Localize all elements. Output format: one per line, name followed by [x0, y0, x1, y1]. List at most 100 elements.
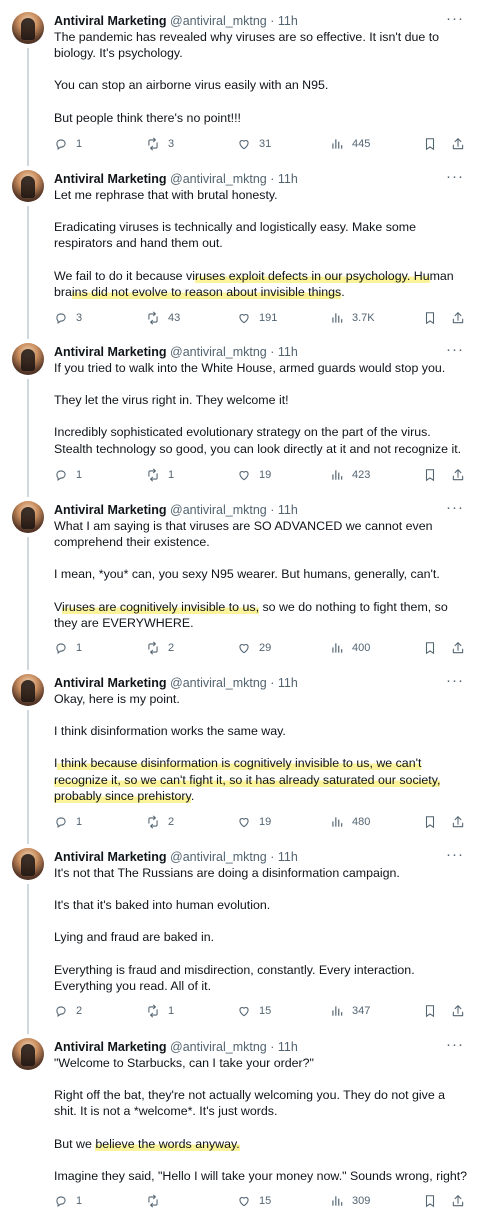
avatar[interactable]	[12, 12, 44, 44]
author-handle[interactable]: @antiviral_mktng	[167, 172, 271, 186]
author-handle[interactable]: @antiviral_mktng	[167, 503, 271, 517]
tweet[interactable]: Antiviral Marketing @antiviral_mktng · 1…	[0, 341, 478, 487]
bookmark-button[interactable]	[423, 640, 445, 656]
text-segment: Let me rephrase that with brutal honesty…	[54, 188, 278, 202]
like-button[interactable]: 191	[237, 310, 277, 326]
tweet[interactable]: Antiviral Marketing @antiviral_mktng · 1…	[0, 10, 478, 156]
tweet-paragraph: The pandemic has revealed why viruses ar…	[54, 29, 468, 61]
bookmark-button[interactable]	[423, 1193, 445, 1209]
retweet-button[interactable]: 1	[146, 467, 174, 483]
views-button[interactable]: 3.7K	[330, 310, 375, 326]
bookmark-button[interactable]	[423, 136, 445, 152]
retweet-button[interactable]	[146, 1193, 168, 1209]
retweet-button[interactable]: 2	[146, 640, 174, 656]
author-handle[interactable]: @antiviral_mktng	[167, 850, 271, 864]
tweet-actions: 3 43 191 3.7K	[54, 310, 468, 326]
views-count: 423	[352, 469, 371, 481]
avatar[interactable]	[12, 1038, 44, 1070]
timestamp[interactable]: · 11h	[270, 345, 298, 359]
bookmark-button[interactable]	[423, 814, 445, 830]
share-button[interactable]	[451, 814, 473, 830]
more-icon[interactable]: ···	[446, 846, 464, 864]
share-button[interactable]	[451, 640, 473, 656]
share-button[interactable]	[451, 1003, 473, 1019]
like-button[interactable]: 29	[237, 640, 271, 656]
author-name[interactable]: Antiviral Marketing	[54, 14, 167, 28]
retweet-button[interactable]: 1	[146, 1003, 174, 1019]
tweet[interactable]: Antiviral Marketing @antiviral_mktng · 1…	[0, 1036, 478, 1213]
timestamp[interactable]: · 11h	[270, 1040, 298, 1054]
author-name[interactable]: Antiviral Marketing	[54, 676, 167, 690]
bookmark-button[interactable]	[423, 310, 445, 326]
reply-button[interactable]: 1	[54, 1193, 82, 1209]
tweet[interactable]: Antiviral Marketing @antiviral_mktng · 1…	[0, 846, 478, 1023]
avatar[interactable]	[12, 501, 44, 533]
avatar[interactable]	[12, 674, 44, 706]
like-button[interactable]: 15	[237, 1193, 271, 1209]
retweet-button[interactable]: 2	[146, 814, 174, 830]
tweet[interactable]: Antiviral Marketing @antiviral_mktng · 1…	[0, 168, 478, 330]
views-button[interactable]: 400	[330, 640, 370, 656]
author-name[interactable]: Antiviral Marketing	[54, 345, 167, 359]
author-name[interactable]: Antiviral Marketing	[54, 503, 167, 517]
share-button[interactable]	[451, 310, 473, 326]
like-icon	[237, 468, 259, 482]
retweet-button[interactable]: 43	[146, 310, 180, 326]
more-icon[interactable]: ···	[446, 341, 464, 359]
share-button[interactable]	[451, 467, 473, 483]
share-button[interactable]	[451, 1193, 473, 1209]
share-button[interactable]	[451, 136, 473, 152]
more-icon[interactable]: ···	[446, 168, 464, 186]
author-handle[interactable]: @antiviral_mktng	[167, 676, 271, 690]
like-button[interactable]: 31	[237, 136, 271, 152]
share-icon	[451, 1194, 473, 1208]
avatar[interactable]	[12, 343, 44, 375]
timestamp[interactable]: · 11h	[270, 503, 298, 517]
views-button[interactable]: 423	[330, 467, 370, 483]
like-button[interactable]: 15	[237, 1003, 271, 1019]
more-icon[interactable]: ···	[446, 499, 464, 517]
reply-button[interactable]: 2	[54, 1003, 82, 1019]
retweet-button[interactable]: 3	[146, 136, 174, 152]
reply-button[interactable]: 1	[54, 814, 82, 830]
highlighted-text: iruses are cognitively invisible to us,	[62, 599, 260, 614]
author-name[interactable]: Antiviral Marketing	[54, 1040, 167, 1054]
timestamp[interactable]: · 11h	[270, 850, 298, 864]
reply-button[interactable]: 3	[54, 310, 82, 326]
views-count: 347	[352, 1005, 371, 1017]
reply-button[interactable]: 1	[54, 467, 82, 483]
bookmark-button[interactable]	[423, 1003, 445, 1019]
tweet[interactable]: Antiviral Marketing @antiviral_mktng · 1…	[0, 672, 478, 834]
author-handle[interactable]: @antiviral_mktng	[167, 345, 271, 359]
tweet-paragraph: I mean, *you* can, you sexy N95 wearer. …	[54, 566, 468, 582]
tweet-text: Let me rephrase that with brutal honesty…	[54, 187, 468, 300]
more-icon[interactable]: ···	[446, 1036, 464, 1054]
views-button[interactable]: 445	[330, 136, 370, 152]
views-button[interactable]: 347	[330, 1003, 370, 1019]
views-button[interactable]: 309	[330, 1193, 370, 1209]
more-icon[interactable]: ···	[446, 672, 464, 690]
views-button[interactable]: 480	[330, 814, 370, 830]
more-icon[interactable]: ···	[446, 10, 464, 28]
reply-count: 3	[76, 312, 83, 324]
avatar[interactable]	[12, 848, 44, 880]
like-button[interactable]: 19	[237, 814, 271, 830]
bookmark-button[interactable]	[423, 467, 445, 483]
reply-button[interactable]: 1	[54, 136, 82, 152]
author-name[interactable]: Antiviral Marketing	[54, 172, 167, 186]
reply-count: 1	[76, 642, 83, 654]
reply-button[interactable]: 1	[54, 640, 82, 656]
author-name[interactable]: Antiviral Marketing	[54, 850, 167, 864]
tweet[interactable]: Antiviral Marketing @antiviral_mktng · 1…	[0, 499, 478, 660]
timestamp[interactable]: · 11h	[270, 14, 298, 28]
views-icon	[330, 137, 352, 151]
like-button[interactable]: 19	[237, 467, 271, 483]
timestamp[interactable]: · 11h	[270, 172, 298, 186]
author-handle[interactable]: @antiviral_mktng	[167, 14, 271, 28]
timestamp[interactable]: · 11h	[270, 676, 298, 690]
author-handle[interactable]: @antiviral_mktng	[167, 1040, 271, 1054]
tweet-actions: 1 15 309	[54, 1193, 468, 1209]
tweet-header: Antiviral Marketing @antiviral_mktng · 1…	[54, 343, 298, 361]
avatar[interactable]	[12, 170, 44, 202]
like-icon	[237, 311, 259, 325]
